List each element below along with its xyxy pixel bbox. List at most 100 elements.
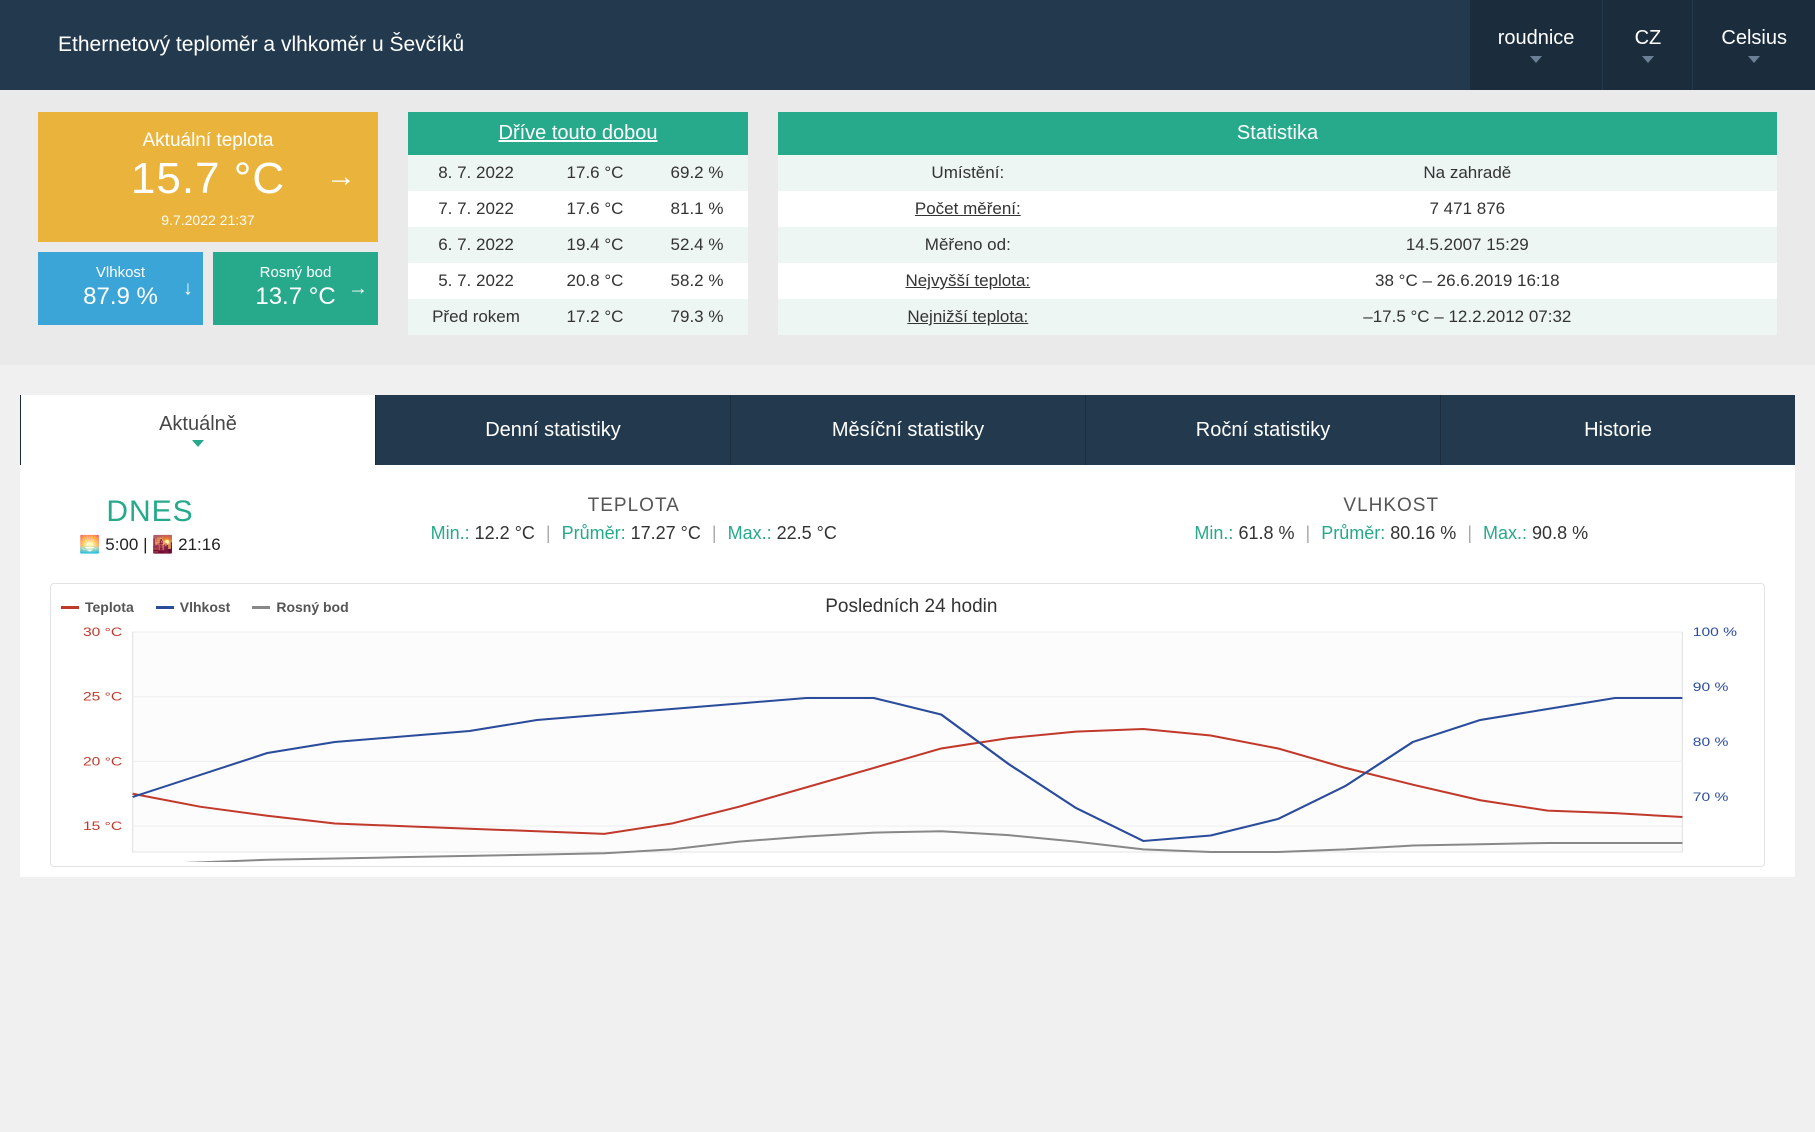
chart-container: Teplota Vlhkost Rosný bod Posledních 24 … xyxy=(50,583,1765,867)
menu-language-label: CZ xyxy=(1635,27,1662,50)
hist-hum: 58.2 % xyxy=(646,263,748,299)
sub-cards: Vlhkost 87.9 % ↓ Rosný bod 13.7 °C → xyxy=(38,252,378,325)
sunrise-icon: 🌅 xyxy=(79,535,100,554)
stats-label: Nejvyšší teplota: xyxy=(778,263,1158,299)
stats-value: 14.5.2007 15:29 xyxy=(1158,227,1777,263)
svg-text:70 %: 70 % xyxy=(1693,790,1729,804)
tab-content: DNES 🌅 5:00 | 🌇 21:16 TEPLOTA Min.: 12.2… xyxy=(20,465,1795,877)
chevron-down-icon xyxy=(1530,56,1542,63)
stats-value: –17.5 °C – 12.2.2012 07:32 xyxy=(1158,299,1777,335)
tab-aktuálně[interactable]: Aktuálně xyxy=(20,395,375,465)
chevron-down-icon xyxy=(192,440,204,447)
temp-max-label: Max.: xyxy=(728,523,772,543)
sunset-icon: 🌇 xyxy=(152,535,173,554)
table-row[interactable]: Nejvyšší teplota: 38 °C – 26.6.2019 16:1… xyxy=(778,263,1777,299)
temp-stats: TEPLOTA Min.: 12.2 °C | Průměr: 17.27 °C… xyxy=(260,495,1008,544)
current-temp-card[interactable]: Aktuální teplota 15.7 °C 9.7.2022 21:37 … xyxy=(38,112,378,242)
stats-table: Statistika Umístění: Na zahraděPočet měř… xyxy=(778,112,1777,335)
hist-hum: 52.4 % xyxy=(646,227,748,263)
tab-label: Roční statistiky xyxy=(1196,419,1330,442)
tabs: AktuálněDenní statistiky Měsíční statisti… xyxy=(20,395,1795,465)
temp-avg-value: 17.27 °C xyxy=(631,523,701,543)
hum-min-label: Min.: xyxy=(1194,523,1233,543)
table-row[interactable]: Nejnižší teplota: –17.5 °C – 12.2.2012 0… xyxy=(778,299,1777,335)
stats-value: 7 471 876 xyxy=(1158,191,1777,227)
today-block: DNES 🌅 5:00 | 🌇 21:16 xyxy=(50,495,250,555)
separator: | xyxy=(1306,523,1311,543)
legend-dew[interactable]: Rosný bod xyxy=(252,599,348,615)
line-chart[interactable]: 15 °C 20 °C 25 °C 30 °C 70 % 80 % 90 % 100 % xyxy=(61,622,1754,862)
stats-value: 38 °C – 26.6.2019 16:18 xyxy=(1158,263,1777,299)
table-row[interactable]: 7. 7. 2022 17.6 °C 81.1 % xyxy=(408,191,748,227)
legend-swatch-hum xyxy=(156,606,174,609)
hist-date: 6. 7. 2022 xyxy=(408,227,544,263)
current-timestamp: 9.7.2022 21:37 xyxy=(48,212,368,228)
legend-dew-label: Rosný bod xyxy=(276,599,348,615)
humidity-value: 87.9 % xyxy=(44,283,197,311)
table-row[interactable]: 6. 7. 2022 19.4 °C 52.4 % xyxy=(408,227,748,263)
legend-temp[interactable]: Teplota xyxy=(61,599,134,615)
current-temp-value: 15.7 °C xyxy=(48,154,368,204)
legend-hum-label: Vlhkost xyxy=(180,599,231,615)
legend-hum[interactable]: Vlhkost xyxy=(156,599,231,615)
hist-temp: 17.2 °C xyxy=(544,299,646,335)
today-label: DNES xyxy=(50,495,250,529)
hist-temp: 17.6 °C xyxy=(544,155,646,191)
history-header[interactable]: Dříve touto dobou xyxy=(408,112,748,155)
hist-hum: 79.3 % xyxy=(646,299,748,335)
temp-min-label: Min.: xyxy=(431,523,470,543)
temp-stats-title: TEPLOTA xyxy=(260,495,1008,517)
menu-location-label: roudnice xyxy=(1498,27,1575,50)
table-row[interactable]: Před rokem 17.2 °C 79.3 % xyxy=(408,299,748,335)
table-row[interactable]: 5. 7. 2022 20.8 °C 58.2 % xyxy=(408,263,748,299)
current-column: Aktuální teplota 15.7 °C 9.7.2022 21:37 … xyxy=(38,112,378,335)
stats-value: Na zahradě xyxy=(1158,155,1777,191)
temp-max-value: 22.5 °C xyxy=(777,523,837,543)
stats-label: Nejnižší teplota: xyxy=(778,299,1158,335)
tab-roční-statistiky[interactable]: Roční statistiky xyxy=(1085,395,1440,465)
table-row[interactable]: Umístění: Na zahradě xyxy=(778,155,1777,191)
table-row[interactable]: Měřeno od: 14.5.2007 15:29 xyxy=(778,227,1777,263)
temp-min-value: 12.2 °C xyxy=(475,523,535,543)
separator: | xyxy=(143,535,152,554)
hist-hum: 69.2 % xyxy=(646,155,748,191)
svg-text:20 °C: 20 °C xyxy=(83,754,122,768)
menu-location[interactable]: roudnice xyxy=(1469,0,1603,90)
temp-stats-line: Min.: 12.2 °C | Průměr: 17.27 °C | Max.:… xyxy=(260,523,1008,544)
svg-text:80 %: 80 % xyxy=(1693,735,1729,749)
arrow-down-icon: ↓ xyxy=(183,277,193,300)
humidity-label: Vlhkost xyxy=(44,264,197,281)
dewpoint-card[interactable]: Rosný bod 13.7 °C → xyxy=(213,252,378,325)
svg-text:90 %: 90 % xyxy=(1693,680,1729,694)
arrow-right-icon: → xyxy=(348,277,368,300)
hum-avg-label: Průměr: xyxy=(1321,523,1385,543)
svg-text:25 °C: 25 °C xyxy=(83,690,122,704)
menu-unit[interactable]: Celsius xyxy=(1692,0,1815,90)
svg-text:100 %: 100 % xyxy=(1693,625,1737,639)
app-header: Ethernetový teploměr a vlhkoměr u Ševčík… xyxy=(0,0,1815,90)
today-summary: DNES 🌅 5:00 | 🌇 21:16 TEPLOTA Min.: 12.2… xyxy=(50,495,1765,555)
menu-language[interactable]: CZ xyxy=(1602,0,1692,90)
arrow-right-icon: → xyxy=(326,160,356,194)
chevron-down-icon xyxy=(1642,56,1654,63)
stats-label: Umístění: xyxy=(778,155,1158,191)
sunrise-time: 5:00 xyxy=(105,535,138,554)
legend-swatch-dew xyxy=(252,606,270,609)
tab-historie[interactable]: Historie xyxy=(1440,395,1795,465)
humidity-card[interactable]: Vlhkost 87.9 % ↓ xyxy=(38,252,203,325)
stats-label: Počet měření: xyxy=(778,191,1158,227)
tab-label: Měsíční statistiky xyxy=(832,419,984,442)
table-row[interactable]: 8. 7. 2022 17.6 °C 69.2 % xyxy=(408,155,748,191)
svg-text:30 °C: 30 °C xyxy=(83,625,122,639)
tab-měsíční-statistiky[interactable]: Měsíční statistiky xyxy=(730,395,1085,465)
table-row[interactable]: Počet měření: 7 471 876 xyxy=(778,191,1777,227)
sun-times: 🌅 5:00 | 🌇 21:16 xyxy=(50,535,250,555)
header-menu: roudnice CZ Celsius xyxy=(1469,0,1815,90)
hist-hum: 81.1 % xyxy=(646,191,748,227)
hist-date: 5. 7. 2022 xyxy=(408,263,544,299)
tab-denní-statistiky[interactable]: Denní statistiky xyxy=(375,395,730,465)
legend-temp-label: Teplota xyxy=(85,599,134,615)
svg-text:15 °C: 15 °C xyxy=(83,819,122,833)
separator: | xyxy=(1467,523,1472,543)
hum-stats: VLHKOST Min.: 61.8 % | Průměr: 80.16 % |… xyxy=(1018,495,1766,544)
